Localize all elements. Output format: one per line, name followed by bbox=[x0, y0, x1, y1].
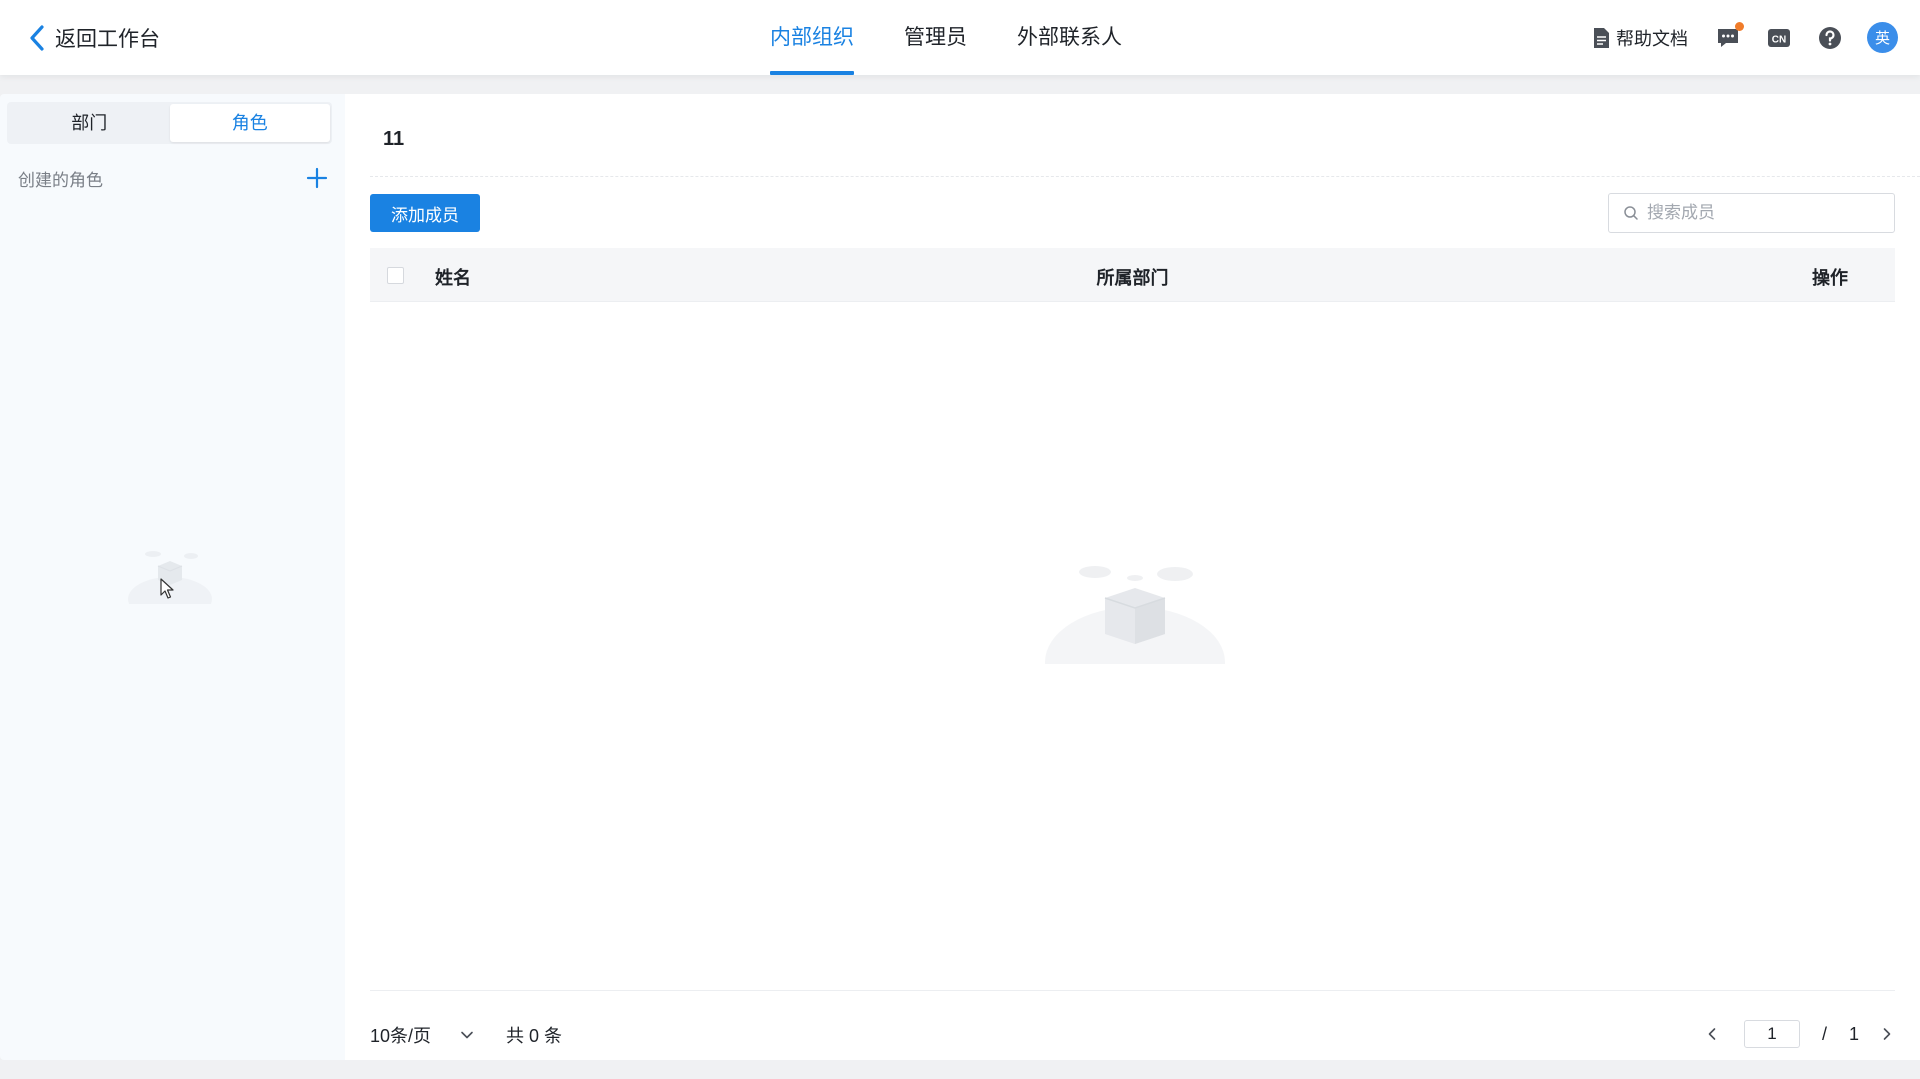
search-box[interactable] bbox=[1608, 193, 1895, 233]
question-circle-icon bbox=[1819, 26, 1841, 49]
top-tabs: 内部组织 管理员 外部联系人 bbox=[762, 0, 1164, 75]
messages-button[interactable] bbox=[1714, 21, 1744, 52]
help-button[interactable] bbox=[1816, 24, 1844, 52]
page-title: 11 bbox=[383, 128, 405, 150]
column-header-actions: 操作 bbox=[1812, 268, 1848, 288]
help-docs-button[interactable]: 帮助文档 bbox=[1592, 25, 1688, 51]
tab-external-contacts[interactable]: 外部联系人 bbox=[1009, 0, 1130, 75]
footer-divider bbox=[370, 990, 1895, 991]
language-switch-button[interactable]: CN bbox=[1765, 24, 1793, 52]
language-icon: CN bbox=[1768, 28, 1790, 47]
total-pages: 1 bbox=[1848, 1023, 1859, 1044]
back-label: 返回工作台 bbox=[55, 28, 160, 51]
page-number-input[interactable] bbox=[1743, 1020, 1800, 1048]
mouse-cursor-icon bbox=[160, 578, 174, 599]
svg-text:CN: CN bbox=[1772, 34, 1786, 45]
pagination-bar: 10条/页 共 0 条 / 1 bbox=[370, 1014, 1895, 1054]
top-header: 返回工作台 内部组织 管理员 外部联系人 帮助文档 CN 英 bbox=[0, 0, 1920, 75]
help-docs-label: 帮助文档 bbox=[1616, 28, 1688, 49]
add-member-button[interactable]: 添加成员 bbox=[370, 194, 480, 232]
main-panel: 11 添加成员 所属部门 姓名 操作 10条/页 共 0 条 bbox=[345, 94, 1920, 1060]
segment-role[interactable]: 角色 bbox=[169, 104, 330, 142]
back-to-workbench-button[interactable]: 返回工作台 bbox=[27, 22, 160, 54]
chevron-down-icon bbox=[461, 1031, 473, 1039]
created-roles-header: 创建的角色 bbox=[18, 166, 328, 190]
next-page-icon[interactable] bbox=[1879, 1026, 1895, 1042]
column-header-department: 所属部门 bbox=[1096, 268, 1169, 288]
segment-switch: 部门 角色 bbox=[7, 102, 332, 144]
add-role-icon[interactable] bbox=[306, 167, 328, 189]
page-size-value: 10条/页 bbox=[370, 1026, 432, 1046]
table-header: 所属部门 姓名 操作 bbox=[370, 248, 1895, 302]
tab-internal-org[interactable]: 内部组织 bbox=[762, 0, 862, 75]
avatar[interactable]: 英 bbox=[1867, 22, 1898, 53]
page-separator: / bbox=[1821, 1023, 1827, 1044]
segment-department[interactable]: 部门 bbox=[9, 104, 170, 142]
created-roles-label: 创建的角色 bbox=[18, 170, 103, 190]
empty-state-icon bbox=[1045, 566, 1225, 664]
search-icon bbox=[1624, 206, 1638, 220]
notification-dot bbox=[1735, 21, 1744, 31]
prev-page-icon[interactable] bbox=[1704, 1026, 1720, 1042]
total-count: 共 0 条 bbox=[506, 1026, 563, 1046]
page-size-select[interactable]: 10条/页 bbox=[370, 1022, 475, 1048]
title-divider bbox=[370, 176, 1920, 177]
column-header-name: 姓名 bbox=[435, 268, 471, 288]
chevron-left-icon bbox=[30, 25, 44, 51]
search-input[interactable] bbox=[1647, 203, 1887, 223]
tab-admins[interactable]: 管理员 bbox=[896, 0, 975, 75]
header-actions: 帮助文档 CN 英 bbox=[1592, 0, 1898, 75]
document-icon bbox=[1594, 27, 1609, 48]
sidebar: 部门 角色 创建的角色 bbox=[0, 94, 345, 1060]
pager: / 1 bbox=[1704, 1014, 1895, 1054]
